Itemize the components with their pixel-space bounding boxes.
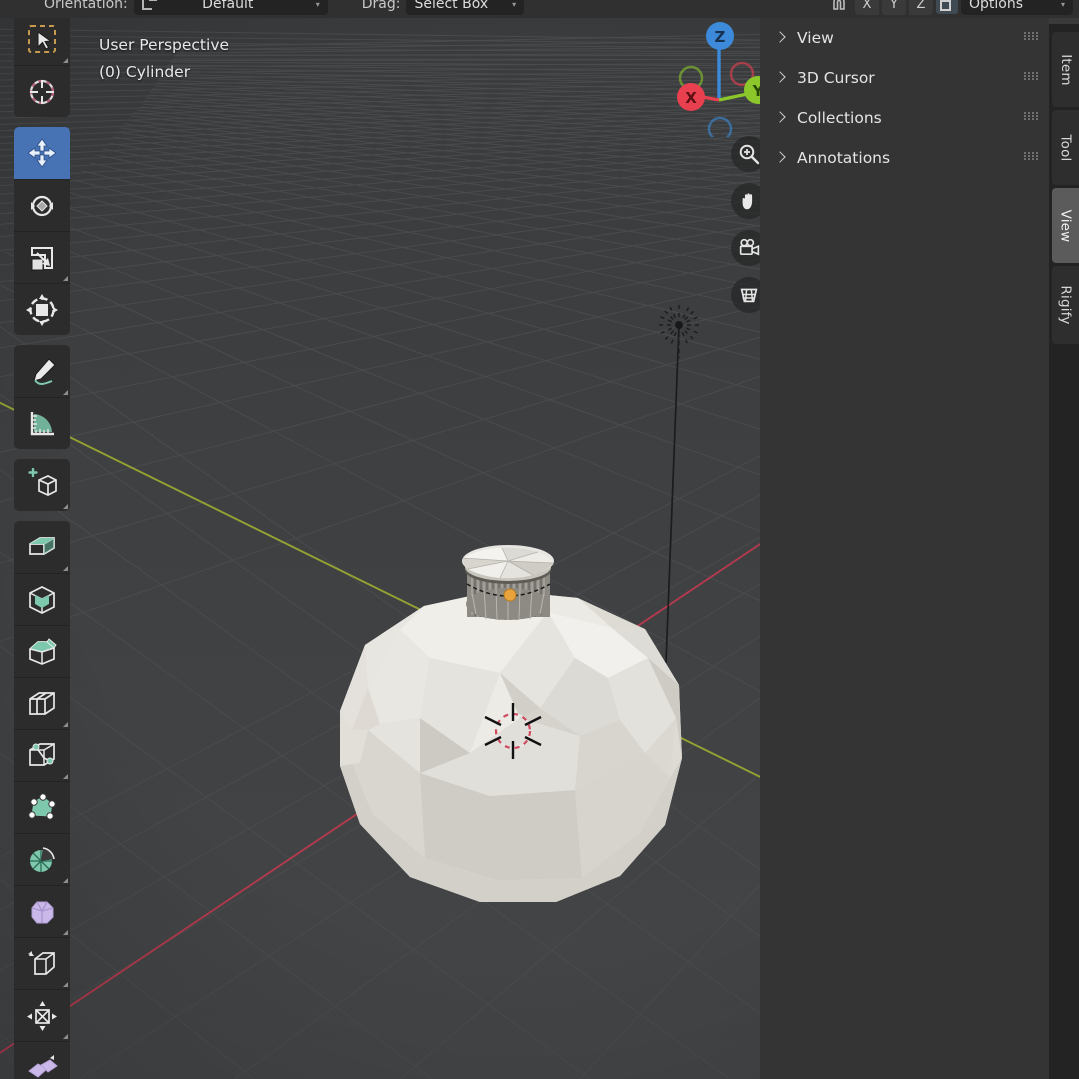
spin-tool[interactable] [14, 833, 70, 885]
tab-rigify-label: Rigify [1057, 285, 1074, 325]
tab-tool[interactable]: Tool [1052, 110, 1079, 185]
panel-annotations-label: Annotations [797, 149, 891, 167]
tabstrip-top-cap [1049, 18, 1079, 24]
gizmo-axis-z: Z [706, 22, 734, 50]
tab-rigify[interactable]: Rigify [1052, 266, 1079, 344]
tool-submenu-indicator [63, 930, 68, 935]
tool-submenu-indicator [63, 774, 68, 779]
tool-submenu-indicator [63, 982, 68, 987]
inset-faces-tool[interactable] [14, 573, 70, 625]
annotate-tool[interactable] [14, 345, 70, 397]
drag-label: Drag: [361, 0, 401, 12]
scale-tool[interactable] [14, 231, 70, 283]
tool-submenu-indicator [63, 566, 68, 571]
shear-tool[interactable] [14, 937, 70, 989]
extrude-region-tool[interactable] [14, 521, 70, 573]
panel-view[interactable]: View [760, 18, 1053, 58]
svg-text:Z: Z [715, 28, 726, 46]
drag-value: Select Box [414, 0, 489, 12]
tool-submenu-indicator [63, 504, 68, 509]
toolbar-group-select [14, 13, 70, 117]
tab-tool-label: Tool [1057, 133, 1074, 162]
navigation-gizmo[interactable]: Z Y X [669, 12, 772, 142]
svg-text:X: X [685, 89, 697, 107]
axis-toggle-y[interactable]: Y [882, 0, 906, 15]
tool-submenu-indicator [63, 390, 68, 395]
axis-toggle-z[interactable]: Z [909, 0, 933, 15]
chevron-down-icon: ▾ [315, 0, 320, 9]
orientation-icon [141, 0, 158, 10]
toolbar-group-add [14, 459, 70, 511]
transform-tool[interactable] [14, 283, 70, 335]
orientation-dropdown[interactable]: Default ▾ [133, 0, 328, 15]
cursor-tool[interactable] [14, 65, 70, 117]
tool-submenu-indicator [63, 1034, 68, 1039]
blender-window: User Perspective (0) Cylinder Z Y X View… [0, 0, 1079, 1079]
drag-dropdown[interactable]: Select Box ▾ [406, 0, 525, 15]
tab-view-label: View [1057, 209, 1074, 242]
add-cube-tool[interactable] [14, 459, 70, 511]
options-dropdown[interactable]: Options ▾ [961, 0, 1073, 15]
panel-drag-grip[interactable] [1024, 112, 1038, 122]
rotate-tool[interactable] [14, 179, 70, 231]
tab-item[interactable]: Item [1052, 32, 1079, 107]
chevron-down-icon: ▾ [512, 0, 517, 9]
measure-tool[interactable] [14, 397, 70, 449]
panel-drag-grip[interactable] [1024, 152, 1038, 162]
loop-cut-tool[interactable] [14, 677, 70, 729]
tool-submenu-indicator [63, 276, 68, 281]
viewport-toolbar[interactable] [14, 13, 70, 1079]
panel-collections-label: Collections [797, 109, 882, 127]
bevel-tool[interactable] [14, 625, 70, 677]
shrink-fatten-tool[interactable] [14, 989, 70, 1041]
poly-build-tool[interactable] [14, 781, 70, 833]
panel-view-label: View [797, 29, 834, 47]
orientation-label: Orientation: [44, 0, 128, 12]
panel-drag-grip[interactable] [1024, 72, 1038, 82]
sidebar-panel: View 3D Cursor Collections Annotations [760, 18, 1053, 1079]
tool-submenu-indicator [63, 722, 68, 727]
tool-submenu-indicator [63, 58, 68, 63]
proportional-editing-icon[interactable] [936, 0, 958, 14]
tab-view[interactable]: View [1052, 188, 1079, 263]
smooth-tool[interactable] [14, 885, 70, 937]
chevron-down-icon: ▾ [1060, 0, 1065, 9]
sidebar-tab-strip: Item Tool View Rigify [1049, 18, 1079, 1079]
snap-magnet-icon[interactable] [826, 0, 852, 14]
chevron-right-icon [774, 32, 787, 45]
panel-3d-cursor[interactable]: 3D Cursor [760, 58, 1053, 98]
options-label: Options [969, 0, 1024, 12]
move-tool[interactable] [14, 127, 70, 179]
orientation-value: Default [202, 0, 254, 12]
panel-annotations[interactable]: Annotations [760, 138, 1053, 178]
panel-3d-cursor-label: 3D Cursor [797, 69, 875, 87]
chevron-right-icon [774, 72, 787, 85]
knife-tool[interactable] [14, 729, 70, 781]
tool-submenu-indicator [63, 878, 68, 883]
gizmo-axis-x: X [677, 83, 705, 111]
tab-item-label: Item [1057, 53, 1074, 86]
chevron-right-icon [774, 152, 787, 165]
panel-collections[interactable]: Collections [760, 98, 1053, 138]
chevron-right-icon [774, 112, 787, 125]
viewport-header-bar: Orientation: Default ▾ Drag: Select Box … [0, 0, 1079, 18]
tweak-select-box-tool[interactable] [14, 13, 70, 65]
toolbar-group-transform [14, 127, 70, 335]
toolbar-group-mesh [14, 521, 70, 1079]
toolbar-group-annotate [14, 345, 70, 449]
axis-toggle-x[interactable]: X [855, 0, 879, 15]
panel-drag-grip[interactable] [1024, 32, 1038, 42]
rip-region-tool[interactable] [14, 1041, 70, 1079]
